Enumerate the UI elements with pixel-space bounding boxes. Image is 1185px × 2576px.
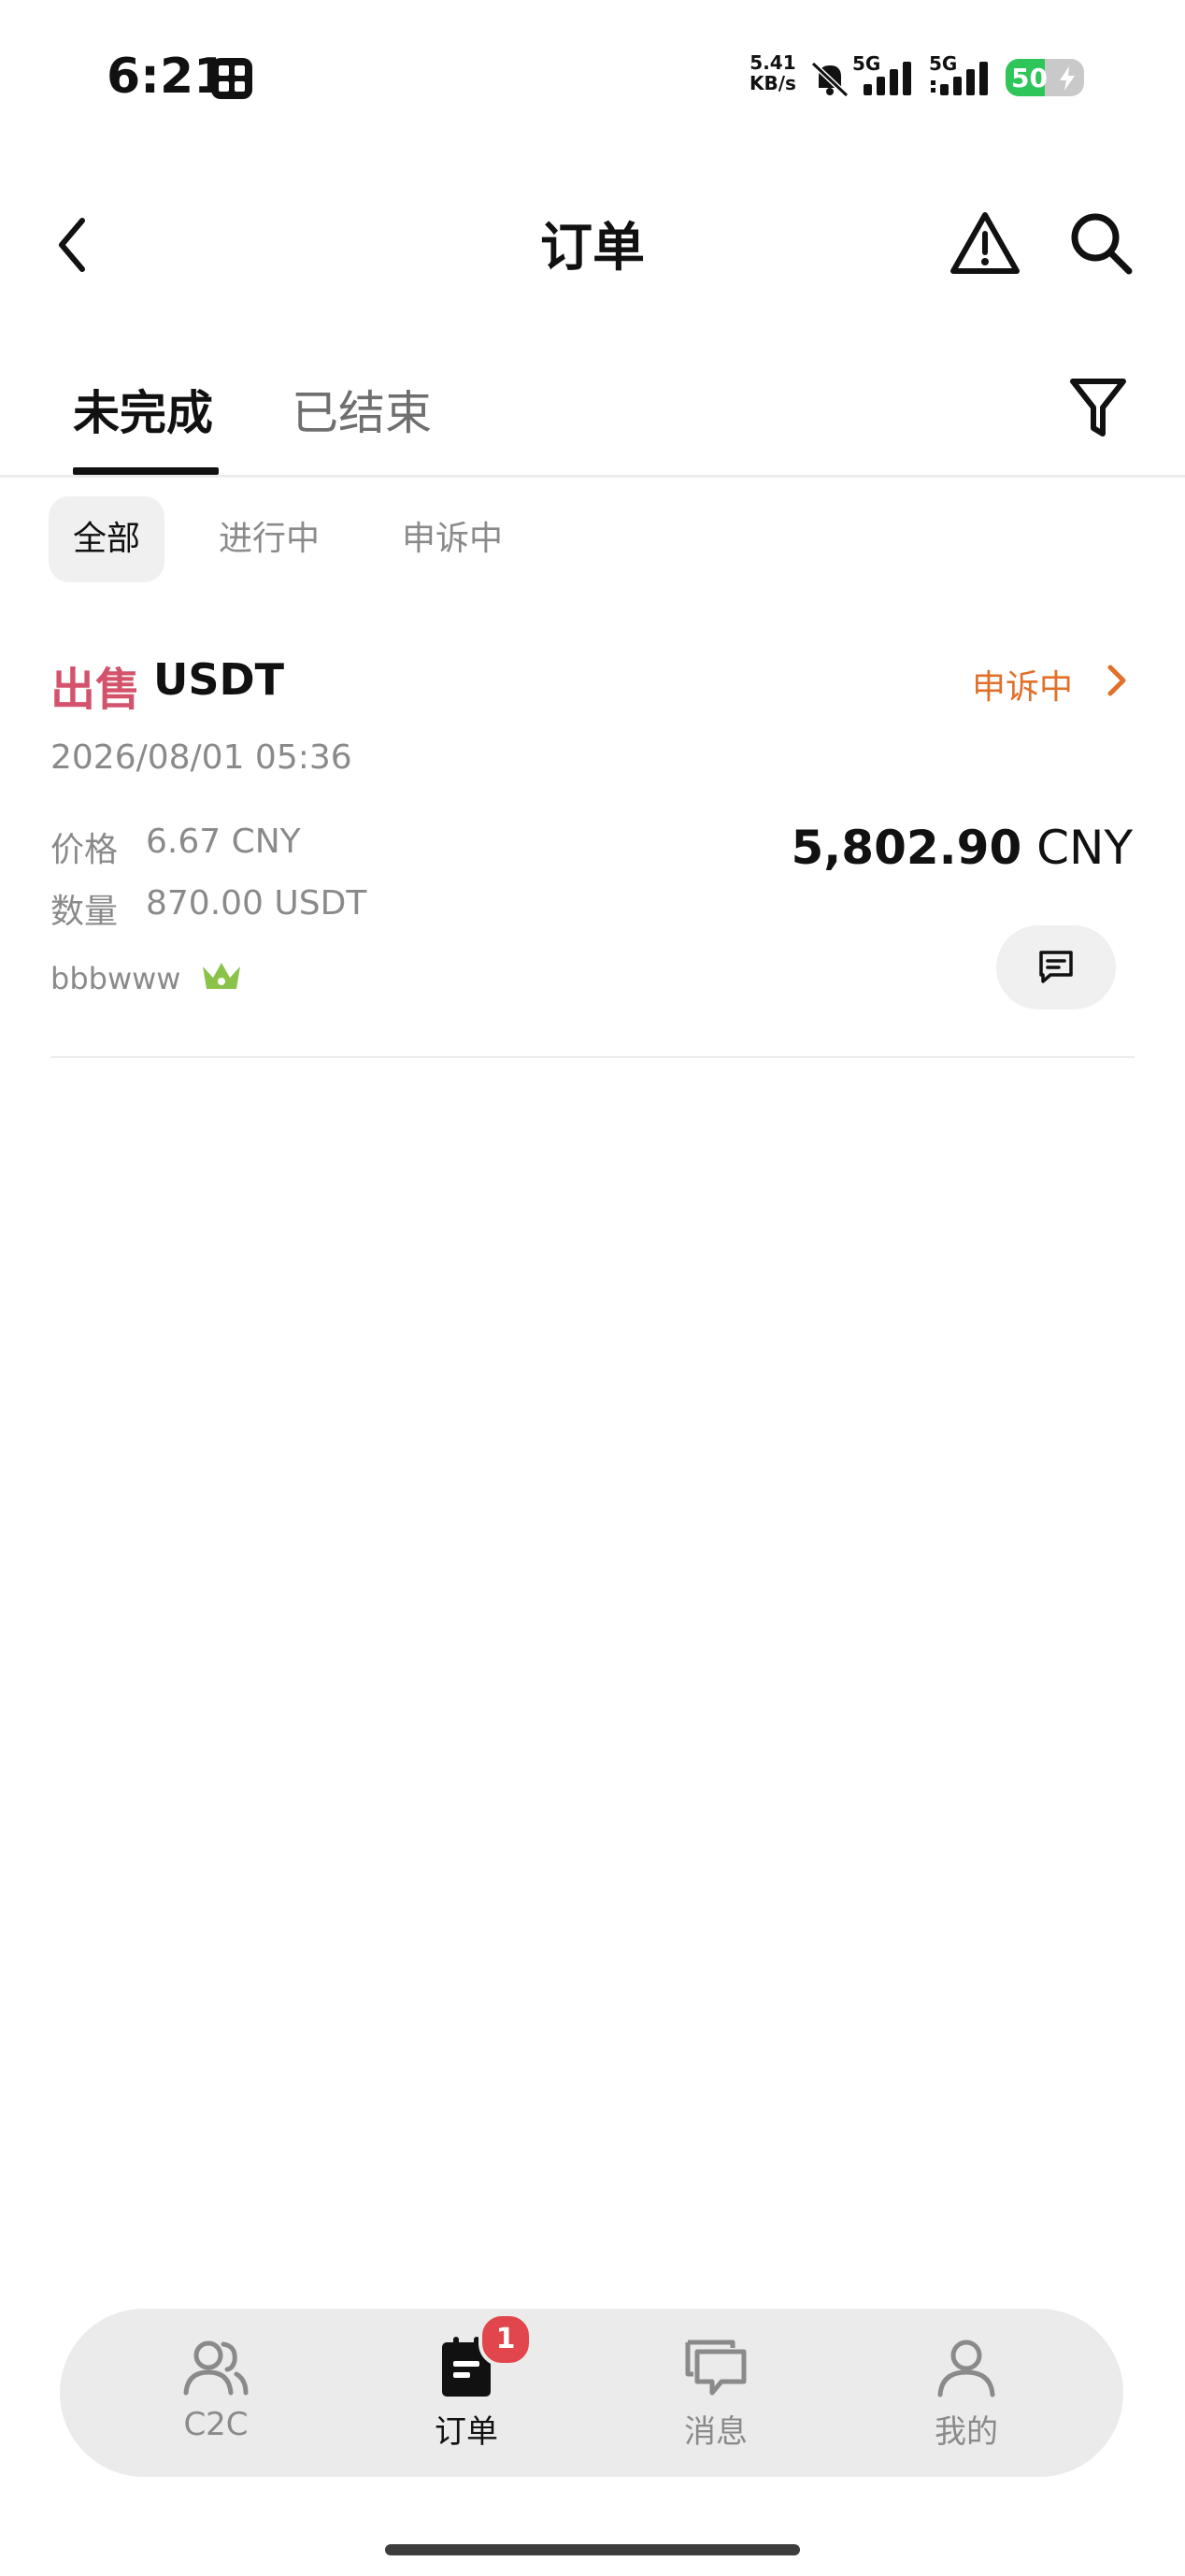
filter-chip-appealing[interactable]: 申诉中: [378, 496, 527, 582]
signal-bars-2-icon: [931, 62, 988, 95]
messages-icon: [685, 2340, 747, 2396]
profile-icon: [937, 2340, 995, 2397]
merchant-crown-icon: [200, 957, 243, 995]
nav-label-profile: 我的: [935, 2413, 998, 2451]
order-asset: USDT: [153, 654, 285, 705]
home-indicator[interactable]: [385, 2544, 800, 2555]
order-total-amount: 5,802.90: [791, 821, 1022, 875]
filter-chip-in-progress[interactable]: 进行中: [194, 496, 344, 582]
users-icon: [183, 2340, 249, 2396]
tab-incomplete[interactable]: 未完成: [73, 376, 213, 443]
nav-item-messages[interactable]: 消息: [641, 2337, 791, 2468]
signal-bars-icon: [864, 62, 911, 95]
order-side: 出售: [50, 664, 141, 716]
tabs-divider: [0, 475, 1185, 478]
nav-item-c2c[interactable]: C2C: [141, 2337, 291, 2468]
price-value: 6.67 CNY: [146, 823, 301, 861]
quantity-value: 870.00 USDT: [146, 884, 367, 923]
charging-icon: [1060, 66, 1075, 91]
network-speed: 5.41 KB/s: [750, 52, 796, 93]
chat-icon: [1039, 951, 1073, 983]
price-label: 价格: [50, 831, 119, 869]
order-total-currency: CNY: [1036, 821, 1133, 875]
warning-icon: [950, 212, 1020, 274]
status-time: 6:21: [107, 49, 228, 105]
card-divider: [50, 1056, 1135, 1058]
nav-label-messages: 消息: [684, 2413, 748, 2451]
network-speed-value: 5.41: [750, 51, 796, 74]
network-speed-unit: KB/s: [750, 72, 796, 94]
quantity-label: 数量: [50, 893, 119, 931]
battery-indicator: 50: [1006, 59, 1084, 96]
tab-finished[interactable]: 已结束: [292, 376, 432, 443]
tab-active-indicator: [73, 467, 219, 475]
nav-label-orders: 订单: [435, 2413, 498, 2451]
order-status[interactable]: 申诉中: [972, 660, 1073, 708]
order-total: 5,802.90 CNY: [792, 821, 1134, 875]
app-notification-icon: [211, 58, 252, 99]
warning-button[interactable]: [949, 209, 1021, 277]
search-button[interactable]: [1065, 208, 1136, 279]
chat-button[interactable]: [996, 925, 1116, 1009]
filter-chip-all[interactable]: 全部: [49, 496, 165, 582]
order-time: 2026/08/01 05:36: [50, 738, 352, 777]
nav-item-profile[interactable]: 我的: [892, 2337, 1041, 2468]
battery-level: 50: [1011, 63, 1048, 93]
merchant-name[interactable]: bbbwww: [50, 961, 180, 996]
funnel-icon: [1070, 379, 1126, 436]
nav-label-c2c: C2C: [183, 2406, 249, 2443]
search-icon: [1071, 213, 1133, 275]
orders-badge: 1: [478, 2312, 533, 2367]
order-status-chevron[interactable]: [1101, 658, 1133, 703]
filter-button[interactable]: [1069, 376, 1127, 439]
chevron-right-icon: [1107, 665, 1126, 696]
mute-icon: [810, 61, 849, 97]
